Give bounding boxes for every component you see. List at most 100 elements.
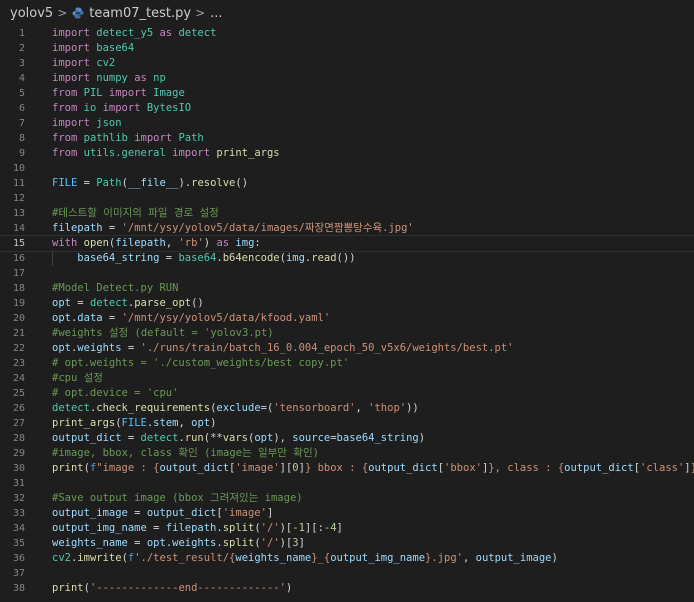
code-token: b64encode	[222, 252, 280, 264]
line-number: 7	[18, 118, 25, 129]
code-token: numpy	[89, 72, 135, 84]
code-token: }"	[691, 462, 694, 474]
code-line[interactable]: 32 #Save output image (bbox 그려져있는 image)	[0, 491, 694, 506]
code-line[interactable]: 31	[0, 476, 694, 491]
code-text: #Model Detect.py RUN	[52, 281, 178, 296]
code-token: output_image	[475, 552, 552, 564]
code-token: stem	[153, 417, 179, 429]
code-token: #Model Detect.py RUN	[52, 282, 179, 294]
code-token: weights_name	[52, 537, 128, 549]
code-line[interactable]: 9 from utils.general import print_args	[0, 146, 694, 161]
code-token: io	[77, 102, 103, 114]
code-line[interactable]: 16 base64_string = base64.b64encode(img.…	[0, 251, 694, 266]
line-number: 16	[12, 253, 25, 264]
code-text: # opt.weights = './custom_weights/best c…	[52, 356, 349, 371]
code-line[interactable]: 38 print('-------------end-------------')	[0, 581, 694, 596]
code-line[interactable]: 34 output_img_name = filepath.split('/')[…	[0, 521, 694, 536]
code-line[interactable]: 29 #image, bbox, class 확인 (image는 일부만 확인)	[0, 446, 694, 461]
line-number: 12	[12, 193, 25, 204]
code-token: vars	[222, 432, 249, 444]
code-line[interactable]: 10	[0, 161, 694, 176]
code-token: output_dict	[368, 462, 438, 474]
code-line[interactable]: 23 # opt.weights = './custom_weights/best…	[0, 356, 694, 371]
code-line[interactable]: 17	[0, 266, 694, 281]
code-text: opt.data = '/mnt/ysy/yolov5/data/kfood.y…	[52, 311, 330, 326]
code-token: data	[77, 312, 103, 324]
line-number: 17	[12, 268, 25, 279]
breadcrumb: yolov5 > team07_test.py > ...	[0, 0, 694, 26]
line-number: 25	[12, 388, 25, 399]
code-text: cv2.imwrite(f'./test_result/{weights_nam…	[52, 551, 558, 566]
line-number: 26	[12, 403, 25, 414]
code-line[interactable]: 25 # opt.device = 'cpu'	[0, 386, 694, 401]
code-line[interactable]: 19 opt = detect.parse_opt()	[0, 296, 694, 311]
code-token: './test_result/{	[134, 552, 236, 564]
code-line[interactable]: 24 #cpu 설정	[0, 371, 694, 386]
code-line[interactable]: 13 #테스트할 이미지의 파일 경로 설정	[0, 206, 694, 221]
code-line[interactable]: 30 print(f"image : {output_dict['image'][…	[0, 461, 694, 476]
line-number: 30	[12, 463, 25, 474]
code-line[interactable]: 8 from pathlib import Path	[0, 131, 694, 146]
code-token: with	[52, 237, 78, 249]
code-text: filepath = '/mnt/ysy/yolov5/data/images/…	[52, 221, 414, 236]
code-line[interactable]: 35 weights_name = opt.weights.split('/')[…	[0, 536, 694, 551]
code-token: base64_string	[77, 252, 160, 264]
breadcrumb-folder[interactable]: yolov5	[10, 6, 53, 21]
code-line[interactable]: 36 cv2.imwrite(f'./test_result/{weights_n…	[0, 551, 694, 566]
code-token: =(	[260, 402, 274, 414]
code-line[interactable]: 1 import detect_y5 as detect	[0, 26, 694, 41]
code-line[interactable]: 21 #weights 설정 (default = 'yolov3.pt)	[0, 326, 694, 341]
code-token: } bbox : {	[304, 462, 369, 474]
code-line[interactable]: 11 FILE = Path(__file__).resolve()	[0, 176, 694, 191]
code-token: )	[210, 417, 217, 429]
code-line[interactable]: 2 import base64	[0, 41, 694, 56]
line-number: 8	[18, 133, 25, 144]
code-text: import json	[52, 116, 122, 131]
code-token: img	[285, 252, 305, 264]
code-line[interactable]: 33 output_image = output_dict['image']	[0, 506, 694, 521]
line-number: 3	[18, 58, 25, 69]
code-token: check_requirements	[96, 402, 211, 414]
code-token: detect	[89, 297, 128, 309]
code-token: #Save output image (bbox 그려져있는 image)	[52, 492, 303, 504]
line-number: 14	[12, 223, 25, 234]
code-token: 'image'	[235, 462, 280, 474]
code-line[interactable]: 3 import cv2	[0, 56, 694, 71]
code-text: print_args(FILE.stem, opt)	[52, 416, 216, 431]
line-number: 24	[12, 373, 25, 384]
code-token: FILE	[121, 417, 147, 429]
code-token: 'thop'	[368, 402, 407, 414]
code-token: Path	[172, 132, 204, 144]
code-text: import detect_y5 as detect	[52, 26, 216, 41]
code-token: imwrite	[77, 552, 122, 564]
code-token: =	[146, 522, 166, 534]
code-editor[interactable]: 1 import detect_y5 as detect 2 import base6…	[0, 26, 694, 596]
code-line[interactable]: 6 from io import BytesIO	[0, 101, 694, 116]
code-line[interactable]: 18 #Model Detect.py RUN	[0, 281, 694, 296]
code-line[interactable]: 15 with open(filepath, 'rb') as img:	[0, 235, 694, 252]
code-text: detect.check_requirements(exclude=('tens…	[52, 401, 419, 416]
code-token: print	[52, 462, 84, 474]
code-line[interactable]: 4 import numpy as np	[0, 71, 694, 86]
code-token: #image, bbox, class 확인 (image는 일부만 확인)	[52, 447, 319, 459]
line-number: 33	[12, 508, 25, 519]
breadcrumb-ellipsis[interactable]: ...	[210, 6, 222, 21]
code-token: ).	[178, 177, 192, 189]
code-line[interactable]: 22 opt.weights = './runs/train/batch_16_0…	[0, 341, 694, 356]
code-line[interactable]: 37	[0, 566, 694, 581]
code-token: ]	[336, 522, 343, 534]
code-text: print(f"image : {output_dict['image'][0]…	[52, 461, 694, 476]
code-line[interactable]: 28 output_dict = detect.run(**vars(opt), …	[0, 431, 694, 446]
code-line[interactable]: 5 from PIL import Image	[0, 86, 694, 101]
code-line[interactable]: 26 detect.check_requirements(exclude=('te…	[0, 401, 694, 416]
code-token: ()	[235, 177, 249, 189]
code-line[interactable]: 27 print_args(FILE.stem, opt)	[0, 416, 694, 431]
code-line[interactable]: 20 opt.data = '/mnt/ysy/yolov5/data/kfood…	[0, 311, 694, 326]
code-line[interactable]: 7 import json	[0, 116, 694, 131]
code-line[interactable]: 14 filepath = '/mnt/ysy/yolov5/data/image…	[0, 221, 694, 236]
code-line[interactable]: 12	[0, 191, 694, 206]
breadcrumb-file[interactable]: team07_test.py	[89, 6, 191, 21]
code-token: exclude	[216, 402, 261, 414]
line-number: 32	[12, 493, 25, 504]
code-token: output_dict	[564, 462, 634, 474]
